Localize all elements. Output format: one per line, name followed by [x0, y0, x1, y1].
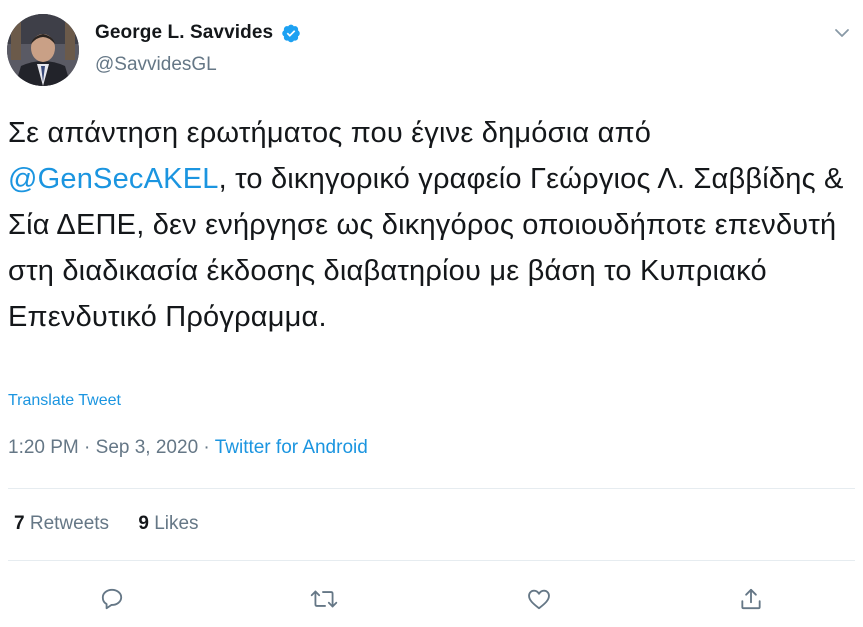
tweet-metadata: 1:20 PM · Sep 3, 2020 · Twitter for Andr…	[8, 437, 368, 459]
retweets-label: Retweets	[29, 513, 110, 534]
retweets-stat[interactable]: 7 Retweets	[14, 513, 109, 534]
heart-icon[interactable]	[524, 584, 554, 614]
tweet-source-link[interactable]: Twitter for Android	[215, 437, 368, 458]
tweet-text: Σε απάντηση ερωτήματος που έγινε δημόσια…	[8, 110, 848, 340]
likes-stat[interactable]: 9 Likes	[138, 513, 198, 534]
translate-tweet-link[interactable]: Translate Tweet	[8, 392, 121, 410]
likes-count: 9	[138, 513, 149, 534]
tweet-text-part: Σε απάντηση ερωτήματος που έγινε δημόσια…	[8, 117, 652, 149]
meta-separator: ·	[198, 437, 215, 458]
tweet-stats: 7 Retweets 9 Likes	[14, 513, 223, 535]
mention-link[interactable]: @GenSecAKEL	[8, 163, 219, 195]
tweet-time[interactable]: 1:20 PM	[8, 437, 79, 458]
author-header: George L. Savvides	[95, 22, 301, 44]
divider	[8, 488, 855, 489]
divider	[8, 560, 855, 561]
verified-badge-icon	[281, 23, 301, 43]
share-icon[interactable]	[736, 584, 766, 614]
tweet-card: George L. Savvides @SavvidesGL Σε απάντη…	[0, 0, 863, 627]
likes-label: Likes	[154, 513, 199, 534]
meta-separator: ·	[78, 437, 96, 458]
author-name[interactable]: George L. Savvides	[95, 22, 273, 44]
avatar[interactable]	[7, 14, 79, 86]
author-handle[interactable]: @SavvidesGL	[95, 54, 217, 76]
retweets-count: 7	[14, 513, 25, 534]
tweet-date[interactable]: Sep 3, 2020	[96, 437, 198, 458]
reply-icon[interactable]	[97, 584, 127, 614]
chevron-down-icon[interactable]	[833, 24, 851, 42]
retweet-icon[interactable]	[309, 584, 339, 614]
tweet-actions	[0, 584, 863, 614]
